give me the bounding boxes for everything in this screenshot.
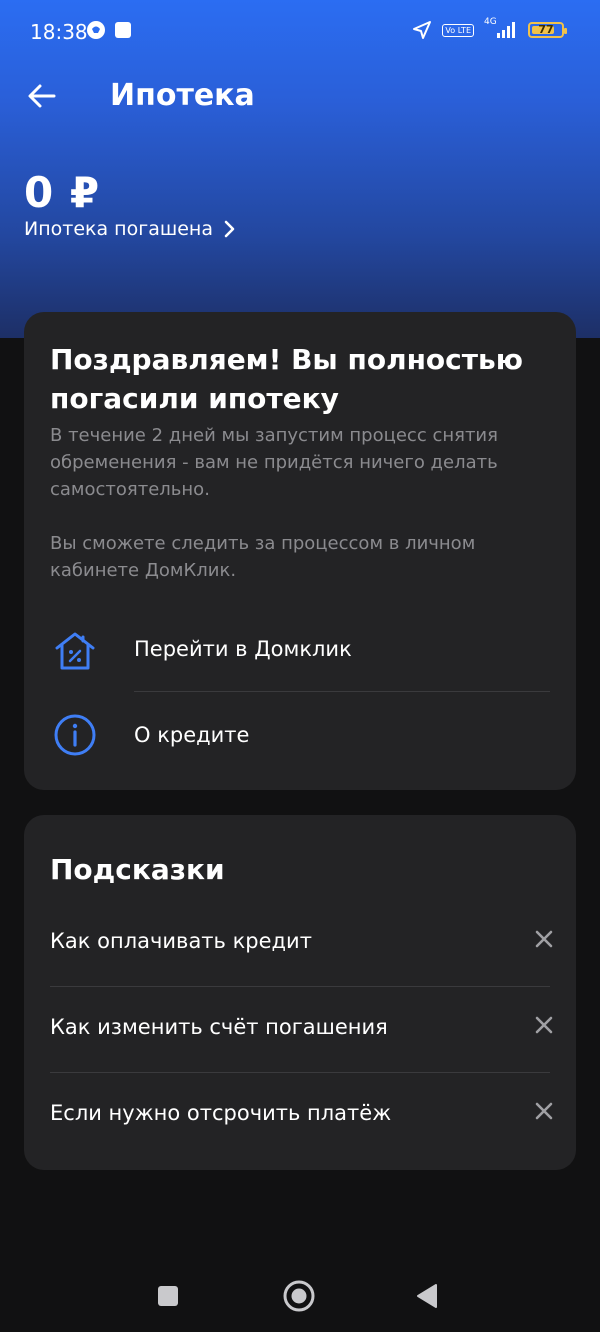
- card-description-tracking: Вы сможете следить за процессом в личном…: [50, 533, 476, 581]
- house-percent-icon: [55, 632, 95, 670]
- status-bar: 18:38 Vo LTE 4G 77: [0, 0, 600, 64]
- back-nav-button[interactable]: [414, 1282, 440, 1310]
- home-button[interactable]: [282, 1279, 316, 1313]
- tips-card: Подсказки Как оплачивать кредит Как изме…: [24, 815, 576, 1170]
- action-label: Перейти в Домклик: [134, 637, 352, 661]
- status-time: 18:38: [30, 20, 88, 44]
- tip-label: Если нужно отсрочить платёж: [50, 1101, 392, 1125]
- battery-icon: 77: [528, 22, 567, 38]
- card-description-process: В течение 2 дней мы запустим процесс сня…: [50, 425, 498, 500]
- action-label: О кредите: [134, 723, 250, 747]
- action-about-credit[interactable]: О кредите: [24, 696, 576, 776]
- signal-icon: 4G: [484, 17, 518, 39]
- tip-item[interactable]: Как изменить счёт погашения: [24, 987, 576, 1073]
- balance-amount: 0 ₽: [24, 168, 101, 217]
- volte-badge: Vo LTE: [442, 23, 474, 37]
- page-title: Ипотека: [110, 78, 255, 113]
- location-arrow-icon: [413, 21, 432, 39]
- status-notification-icons: [86, 20, 132, 40]
- mortgage-paid-card: Поздравляем! Вы полностью погасили ипоте…: [24, 312, 576, 790]
- status-system-icons: Vo LTE 4G 77: [412, 17, 567, 40]
- battery-level: 77: [538, 23, 554, 36]
- close-icon[interactable]: [530, 925, 558, 953]
- recents-button[interactable]: [156, 1284, 180, 1308]
- vpn-icon: [87, 21, 105, 39]
- chevron-right-icon: [224, 220, 235, 238]
- tip-item[interactable]: Как оплачивать кредит: [24, 901, 576, 987]
- divider: [134, 691, 550, 692]
- close-icon[interactable]: [530, 1011, 558, 1039]
- info-icon: [54, 714, 96, 756]
- app-header: Ипотека: [0, 64, 600, 128]
- app-notification-icon: [115, 22, 131, 38]
- close-icon[interactable]: [530, 1097, 558, 1125]
- tip-label: Как оплачивать кредит: [50, 929, 312, 953]
- mortgage-status-label: Ипотека погашена: [24, 218, 213, 240]
- tips-title: Подсказки: [50, 853, 225, 886]
- system-nav-bar: [0, 1260, 600, 1332]
- action-go-domclick[interactable]: Перейти в Домклик: [24, 610, 576, 690]
- tip-label: Как изменить счёт погашения: [50, 1015, 388, 1039]
- mortgage-status-link[interactable]: Ипотека погашена: [24, 218, 237, 240]
- tip-item[interactable]: Если нужно отсрочить платёж: [24, 1073, 576, 1159]
- back-arrow-icon[interactable]: [24, 78, 60, 114]
- card-title: Поздравляем! Вы полностью погасили ипоте…: [50, 343, 523, 415]
